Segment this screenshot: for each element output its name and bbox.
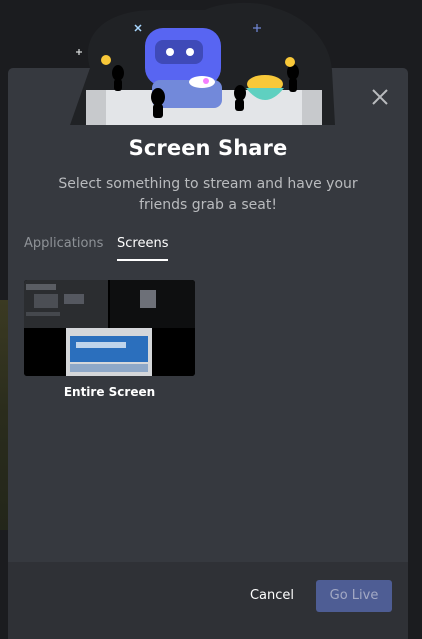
screen-thumbnail: [24, 280, 195, 376]
go-live-button[interactable]: Go Live: [316, 580, 392, 612]
sparkle-icon: [76, 49, 82, 55]
dialog-subtitle: Select something to stream and have your…: [58, 176, 358, 213]
dialog-title: Screen Share: [128, 136, 288, 160]
screen-source-tile[interactable]: Entire Screen: [24, 280, 195, 399]
hero-illustration: [70, 2, 335, 125]
cancel-button[interactable]: Cancel: [245, 584, 299, 608]
tab-applications[interactable]: Applications: [24, 236, 103, 259]
close-icon[interactable]: [368, 85, 392, 109]
tab-screens[interactable]: Screens: [117, 236, 169, 261]
source-label: Entire Screen: [63, 385, 156, 399]
